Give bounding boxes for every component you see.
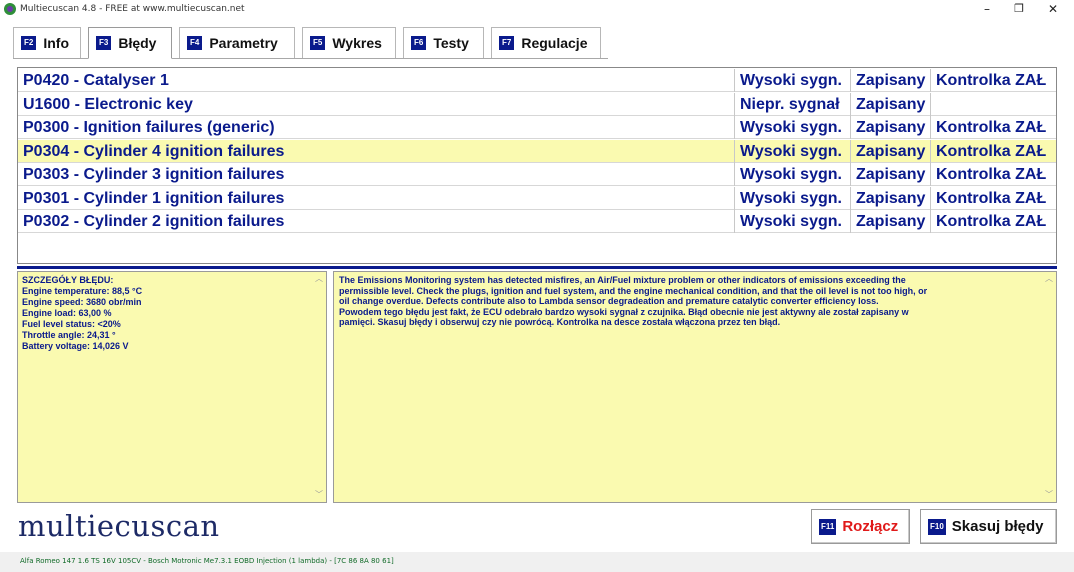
tab-parametry-key: F4 <box>187 36 203 50</box>
error-description-text: The Emissions Monitoring system has dete… <box>339 275 1039 328</box>
description-line: The Emissions Monitoring system has dete… <box>339 275 906 285</box>
tab-info-key: F2 <box>21 36 37 50</box>
dtc-row[interactable]: P0301 - Cylinder 1 ignition failures Wys… <box>18 186 1056 210</box>
dtc-status: Zapisany <box>851 163 931 186</box>
tab-info-label: Info <box>43 35 69 51</box>
minimize-button[interactable]: – <box>970 0 1004 18</box>
tab-testy-key: F6 <box>411 36 427 50</box>
description-line: oil change overdue. Defects contribute a… <box>339 296 879 306</box>
scroll-down-arrow-icon[interactable]: ﹀ <box>1042 489 1056 501</box>
tab-bledy[interactable]: F3 Błędy <box>88 27 172 59</box>
dtc-row[interactable]: U1600 - Electronic key Niepr. sygnał Zap… <box>18 92 1056 116</box>
tab-wykres[interactable]: F5 Wykres <box>302 27 396 58</box>
dtc-signal: Wysoki sygn. <box>735 116 851 139</box>
dtc-signal: Wysoki sygn. <box>735 210 851 233</box>
detail-line: Battery voltage: 14,026 V <box>22 341 129 351</box>
status-bar: Alfa Romeo 147 1.6 TS 16V 105CV - Bosch … <box>0 552 1074 572</box>
dtc-row[interactable]: P0300 - Ignition failures (generic) Wyso… <box>18 116 1056 139</box>
tab-testy[interactable]: F6 Testy <box>403 27 484 58</box>
details-scrollbar[interactable]: ︿ ﹀ <box>312 272 326 502</box>
dtc-description: P0302 - Cylinder 2 ignition failures <box>18 210 735 233</box>
clear-errors-button[interactable]: F10 Skasuj błędy <box>920 509 1057 544</box>
panel-separator <box>17 266 1057 269</box>
tab-parametry[interactable]: F4 Parametry <box>179 27 295 58</box>
dtc-mil: Kontrolka ZAŁ <box>936 189 1047 207</box>
tab-parametry-label: Parametry <box>209 35 278 51</box>
dtc-mil: Kontrolka ZAŁ <box>936 119 1047 136</box>
dtc-status: Zapisany <box>851 186 931 210</box>
dtc-status: Zapisany <box>851 92 931 116</box>
dtc-signal: Wysoki sygn. <box>735 186 851 210</box>
tab-wykres-label: Wykres <box>332 35 382 51</box>
detail-line: Engine load: 63,00 % <box>22 308 112 318</box>
scroll-down-arrow-icon[interactable]: ﹀ <box>312 489 326 501</box>
clear-errors-key: F10 <box>928 518 946 535</box>
detail-line: Fuel level status: <20% <box>22 319 121 329</box>
dtc-mil: Kontrolka ZAŁ <box>936 72 1047 89</box>
tab-regulacje-label: Regulacje <box>521 35 588 51</box>
dtc-signal: Wysoki sygn. <box>735 69 851 92</box>
app-icon <box>4 3 16 15</box>
tab-info[interactable]: F2 Info <box>13 27 81 58</box>
dtc-signal: Niepr. sygnał <box>735 92 851 116</box>
description-line: Powodem tego błędu jest fakt, że ECU ode… <box>339 306 909 317</box>
dtc-status: Zapisany <box>851 139 931 163</box>
tab-regulacje[interactable]: F7 Regulacje <box>491 27 601 58</box>
tab-bledy-key: F3 <box>96 36 112 50</box>
vehicle-info: Alfa Romeo 147 1.6 TS 16V 105CV - Bosch … <box>20 557 394 565</box>
disconnect-label: Rozłącz <box>842 518 899 535</box>
scroll-up-arrow-icon[interactable]: ︿ <box>312 273 326 285</box>
title-bar: Multiecuscan 4.8 - FREE at www.multiecus… <box>0 0 1074 20</box>
tab-bledy-label: Błędy <box>118 35 157 51</box>
dtc-description: P0303 - Cylinder 3 ignition failures <box>18 163 735 186</box>
dtc-row[interactable]: P0420 - Catalyser 1 Wysoki sygn. Zapisan… <box>18 69 1056 92</box>
description-scrollbar[interactable]: ︿ ﹀ <box>1042 272 1056 502</box>
dtc-status: Zapisany <box>851 210 931 233</box>
dtc-status: Zapisany <box>851 69 931 92</box>
multiecuscan-logo: multiecuscan <box>18 509 220 543</box>
dtc-mil: Kontrolka ZAŁ <box>936 213 1047 230</box>
dtc-row[interactable]: P0302 - Cylinder 2 ignition failures Wys… <box>18 210 1056 233</box>
window-title: Multiecuscan 4.8 - FREE at www.multiecus… <box>20 4 245 14</box>
tab-wykres-key: F5 <box>310 36 326 50</box>
dtc-mil: Kontrolka ZAŁ <box>936 142 1047 160</box>
details-header: SZCZEGÓŁY BŁĘDU: <box>22 275 114 285</box>
clear-errors-label: Skasuj błędy <box>951 518 1044 535</box>
dtc-row-selected[interactable]: P0304 - Cylinder 4 ignition failures Wys… <box>18 139 1056 163</box>
dtc-signal: Wysoki sygn. <box>735 139 851 163</box>
dtc-description: P0304 - Cylinder 4 ignition failures <box>18 139 735 163</box>
dtc-signal: Wysoki sygn. <box>735 163 851 186</box>
dtc-mil: Kontrolka ZAŁ <box>936 166 1047 183</box>
description-line: pamięci. Skasuj błędy i obserwuj czy nie… <box>339 317 781 327</box>
dtc-list: P0420 - Catalyser 1 Wysoki sygn. Zapisan… <box>17 67 1057 264</box>
dtc-description: P0420 - Catalyser 1 <box>18 69 735 92</box>
scroll-up-arrow-icon[interactable]: ︿ <box>1042 273 1056 285</box>
description-line: permissible level. Check the plugs, igni… <box>339 285 928 296</box>
tab-bar: F2 Info F3 Błędy F4 Parametry F5 Wykres … <box>13 27 608 59</box>
error-details-panel[interactable]: SZCZEGÓŁY BŁĘDU: Engine temperature: 88,… <box>17 271 327 503</box>
error-details-text: SZCZEGÓŁY BŁĘDU: Engine temperature: 88,… <box>22 275 312 352</box>
error-description-panel[interactable]: The Emissions Monitoring system has dete… <box>333 271 1057 503</box>
tab-testy-label: Testy <box>433 35 469 51</box>
restore-button[interactable]: ❐ <box>1002 0 1036 18</box>
tab-regulacje-key: F7 <box>499 36 515 50</box>
dtc-description: U1600 - Electronic key <box>18 92 735 116</box>
detail-line: Engine temperature: 88,5 °C <box>22 286 143 296</box>
close-button[interactable]: ✕ <box>1036 0 1070 18</box>
dtc-status: Zapisany <box>851 116 931 139</box>
disconnect-key: F11 <box>819 518 837 535</box>
detail-line: Throttle angle: 24,31 ° <box>22 330 116 340</box>
detail-line: Engine speed: 3680 obr/min <box>22 297 142 307</box>
dtc-mil <box>931 93 1056 116</box>
dtc-row[interactable]: P0303 - Cylinder 3 ignition failures Wys… <box>18 163 1056 186</box>
dtc-description: P0301 - Cylinder 1 ignition failures <box>18 186 735 210</box>
dtc-description: P0300 - Ignition failures (generic) <box>18 116 735 139</box>
disconnect-button[interactable]: F11 Rozłącz <box>811 509 910 544</box>
